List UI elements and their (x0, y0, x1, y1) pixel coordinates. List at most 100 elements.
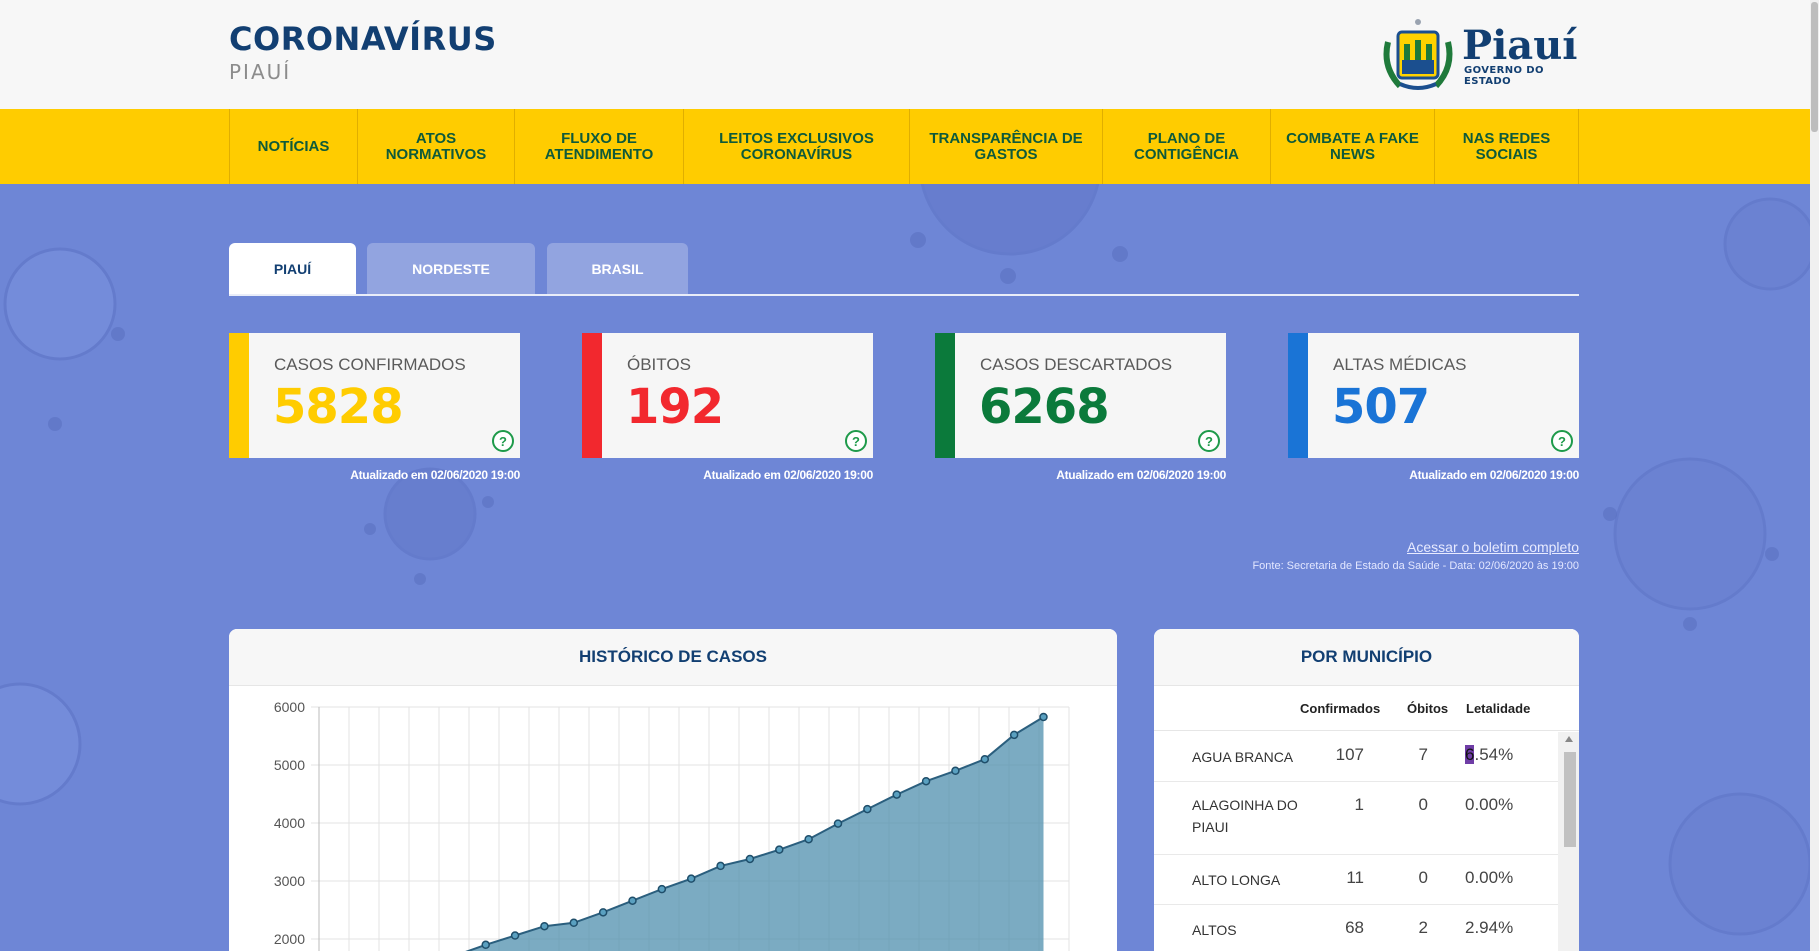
obitos-value: 2 (1418, 918, 1428, 937)
card-accent-bar (1288, 333, 1308, 458)
municipality-table-body: AGUA BRANCA 107 7 6.54% ALAGOINHA DO PIA… (1154, 732, 1579, 951)
data-point (628, 896, 637, 905)
chart-panel: HISTÓRICO DE CASOS 6000 5000 4000 3000 2000 (229, 629, 1117, 951)
stat-card-confirmados: CASOS CONFIRMADOS 5828 ? (229, 333, 520, 458)
card-label: ALTAS MÉDICAS (1333, 355, 1467, 374)
table-row[interactable]: ALAGOINHA DO PIAUI 1 0 0.00% (1154, 782, 1558, 855)
nav-item-atos-normativos[interactable]: ATOS NORMATIVOS (357, 109, 514, 184)
card-updated-text: Atualizado em 02/06/2020 19:00 (1409, 468, 1579, 482)
card-label: CASOS DESCARTADOS (980, 355, 1173, 374)
tab-piaui[interactable]: PIAUÍ (229, 243, 356, 294)
column-obitos[interactable]: Óbitos (1407, 701, 1448, 716)
stat-card-descartados: CASOS DESCARTADOS 6268 ? (935, 333, 1226, 458)
nav-item-noticias[interactable]: NOTÍCIAS (229, 109, 357, 184)
obitos-value: 0 (1418, 795, 1428, 814)
y-tick-label: 4000 (274, 815, 305, 831)
confirmados-value: 68 (1345, 918, 1364, 937)
nav-item-fake-news[interactable]: COMBATE A FAKE NEWS (1270, 109, 1434, 184)
municipality-name: ALTO LONGA (1192, 872, 1281, 888)
page: CORONAVÍRUS PIAUÍ Piauí GOVERNO DO ESTAD… (0, 0, 1819, 951)
data-point (892, 790, 901, 799)
data-point (863, 804, 872, 814)
logo-subtitle: GOVERNO DO ESTADO (1464, 65, 1544, 87)
nav-item-transparencia[interactable]: TRANSPARÊNCIA DE GASTOS (909, 109, 1102, 184)
tab-nordeste[interactable]: NORDESTE (367, 243, 535, 294)
nav-item-redes-sociais[interactable]: NAS REDES SOCIAIS (1434, 109, 1579, 184)
data-point (481, 940, 490, 950)
municipality-title: POR MUNICÍPIO (1154, 629, 1579, 686)
obitos-value: 7 (1418, 745, 1428, 764)
data-point (540, 921, 549, 931)
tab-divider (229, 294, 1579, 296)
letalidade-value: 0.00% (1465, 795, 1514, 814)
logo-title: Piauí (1462, 22, 1578, 69)
data-point (1039, 712, 1048, 722)
table-row[interactable]: ALTO LONGA 11 0 0.00% (1154, 855, 1558, 905)
card-label: CASOS CONFIRMADOS (274, 355, 466, 374)
y-tick-label: 5000 (274, 757, 305, 773)
page-scrollbar-thumb[interactable] (1811, 2, 1818, 132)
boletim-link[interactable]: Acessar o boletim completo (1407, 539, 1579, 555)
card-updated-text: Atualizado em 02/06/2020 19:00 (703, 468, 873, 482)
nav-item-fluxo-atendimento[interactable]: FLUXO DE ATENDIMENTO (514, 109, 683, 184)
municipality-name: AGUA BRANCA (1192, 749, 1294, 765)
obitos-value: 0 (1418, 868, 1428, 887)
nav-item-plano-contigencia[interactable]: PLANO DE CONTIGÊNCIA (1102, 109, 1270, 184)
card-value: 6268 (979, 379, 1110, 435)
y-tick-label: 3000 (274, 873, 305, 889)
municipality-table-header: Confirmados Óbitos Letalidade (1154, 687, 1579, 731)
confirmados-value: 11 (1346, 868, 1364, 887)
column-letalidade[interactable]: Letalidade (1466, 701, 1530, 716)
cases-history-chart: 6000 5000 4000 3000 2000 (274, 699, 1070, 951)
help-icon[interactable]: ? (1551, 430, 1573, 452)
column-confirmados[interactable]: Confirmados (1300, 701, 1380, 716)
card-value: 192 (626, 379, 724, 435)
y-tick-label: 2000 (274, 931, 305, 947)
data-point (775, 845, 784, 854)
tab-brasil[interactable]: BRASIL (547, 243, 688, 294)
help-icon[interactable]: ? (1198, 430, 1220, 452)
main-nav: NOTÍCIAS ATOS NORMATIVOS FLUXO DE ATENDI… (0, 109, 1819, 184)
page-scrollbar[interactable] (1810, 0, 1819, 951)
card-accent-bar (229, 333, 249, 458)
site-title[interactable]: CORONAVÍRUS (229, 20, 497, 58)
table-row[interactable]: ALTOS 68 2 2.94% (1154, 905, 1558, 951)
municipality-name: ALAGOINHA DO PIAUI (1192, 797, 1298, 835)
scrollbar-thumb[interactable] (1564, 752, 1576, 847)
confirmados-value: 107 (1335, 745, 1364, 764)
confirmados-value: 1 (1354, 795, 1364, 814)
municipality-name: ALTOS (1192, 922, 1237, 938)
series-area (427, 717, 1044, 951)
data-point (716, 861, 725, 871)
letalidade-value: 0.00% (1465, 868, 1514, 887)
card-value: 507 (1332, 379, 1430, 435)
data-point (569, 918, 579, 928)
data-point (833, 819, 843, 828)
site-header: CORONAVÍRUS PIAUÍ Piauí GOVERNO DO ESTAD… (0, 0, 1819, 109)
municipality-panel: POR MUNICÍPIO Confirmados Óbitos Letalid… (1154, 629, 1579, 951)
help-icon[interactable]: ? (845, 430, 867, 452)
state-seal-icon (1383, 19, 1453, 90)
chart-title: HISTÓRICO DE CASOS (229, 629, 1117, 686)
stat-card-altas: ALTAS MÉDICAS 507 ? (1288, 333, 1579, 458)
data-point (980, 754, 990, 764)
data-point (686, 874, 696, 883)
help-icon[interactable]: ? (492, 430, 514, 452)
card-updated-text: Atualizado em 02/06/2020 19:00 (1056, 468, 1226, 482)
nav-item-leitos-exclusivos[interactable]: LEITOS EXCLUSIVOS CORONAVÍRUS (683, 109, 909, 184)
data-point (598, 908, 608, 917)
data-point (921, 776, 931, 786)
scroll-up-arrow-icon[interactable] (1565, 736, 1573, 742)
table-scrollbar[interactable] (1558, 732, 1579, 951)
table-row[interactable]: AGUA BRANCA 107 7 6.54% (1154, 732, 1558, 782)
government-logo[interactable]: Piauí GOVERNO DO ESTADO (1378, 12, 1578, 96)
data-point (657, 884, 667, 894)
data-point (745, 854, 755, 864)
stat-card-obitos: ÓBITOS 192 ? (582, 333, 873, 458)
card-accent-bar (935, 333, 955, 458)
letalidade-value: 2.94% (1465, 918, 1514, 937)
source-text: Fonte: Secretaria de Estado da Saúde - D… (1252, 560, 1579, 572)
data-point (804, 834, 813, 844)
site-subtitle: PIAUÍ (229, 60, 292, 84)
card-value: 5828 (273, 379, 404, 435)
